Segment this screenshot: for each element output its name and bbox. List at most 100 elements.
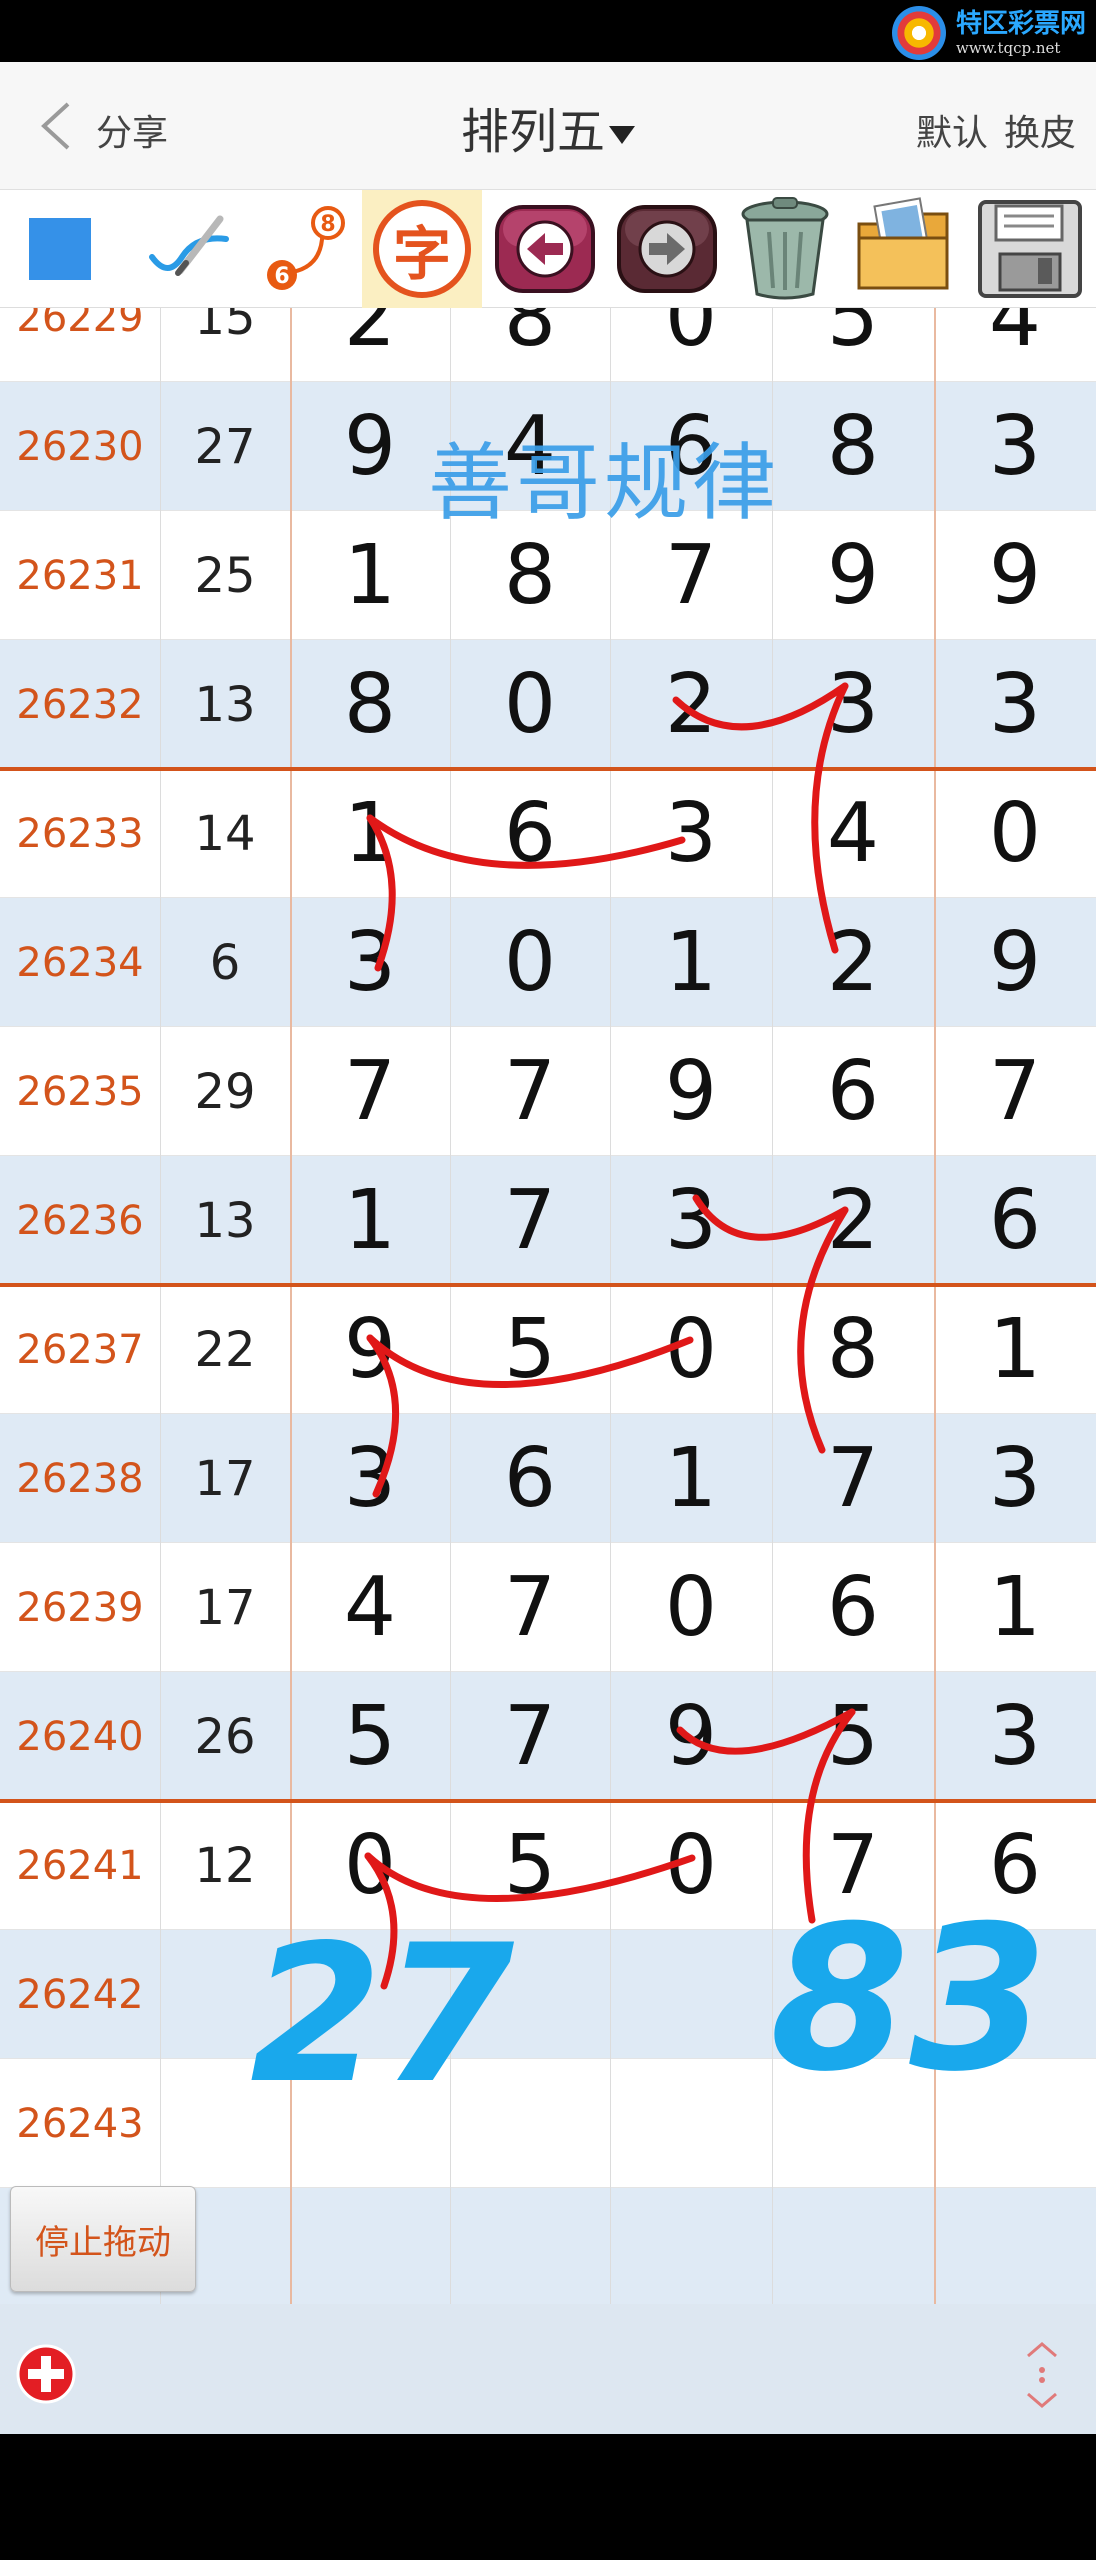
- digit-cell[interactable]: 8: [772, 1285, 934, 1414]
- digit-cell[interactable]: 3: [772, 640, 934, 769]
- pen-icon[interactable]: [128, 190, 248, 308]
- digit-cell[interactable]: 7: [290, 1027, 450, 1156]
- digit-cell[interactable]: 5: [290, 1672, 450, 1801]
- image-icon[interactable]: [844, 190, 962, 308]
- digit-cell[interactable]: 8: [450, 511, 610, 640]
- digit-cell[interactable]: 5: [772, 308, 934, 382]
- digit-cell[interactable]: 6: [934, 1801, 1096, 1930]
- digit-cell[interactable]: [450, 2059, 610, 2188]
- digit-cell[interactable]: 1: [290, 1156, 450, 1285]
- trash-icon[interactable]: [726, 190, 844, 308]
- digit-cell[interactable]: 3: [934, 1672, 1096, 1801]
- color-square-icon[interactable]: [0, 190, 120, 308]
- digit-cell[interactable]: [450, 2188, 610, 2304]
- digit-cell[interactable]: 7: [450, 1156, 610, 1285]
- digit-cell[interactable]: 5: [450, 1285, 610, 1414]
- digit-cell[interactable]: 1: [290, 769, 450, 898]
- digit-cell[interactable]: [290, 2059, 450, 2188]
- digit-cell[interactable]: 4: [450, 382, 610, 511]
- add-icon[interactable]: [14, 2342, 78, 2406]
- digit-cell[interactable]: 3: [934, 382, 1096, 511]
- digit-cell[interactable]: 0: [610, 1285, 772, 1414]
- page-title-text: 排列五: [460, 104, 605, 160]
- digit-cell[interactable]: 9: [610, 1027, 772, 1156]
- digit-cell[interactable]: [610, 2188, 772, 2304]
- digit-cell[interactable]: 0: [610, 1543, 772, 1672]
- digit-cell[interactable]: 2: [772, 898, 934, 1027]
- digit-cell[interactable]: 7: [934, 1027, 1096, 1156]
- draw-table[interactable]: 26229 15 2 8 0 5 4 26230 27 9 4 6 8 3 26231 25 1 8 7 9 9 2623…: [0, 308, 1096, 2304]
- change-skin-button[interactable]: 换皮: [1004, 104, 1076, 156]
- digit-cell[interactable]: 0: [450, 640, 610, 769]
- digit-cell[interactable]: 3: [934, 1414, 1096, 1543]
- text-icon[interactable]: 字: [362, 190, 482, 308]
- link-numbers-icon[interactable]: 8 6: [252, 190, 360, 308]
- digit-cell[interactable]: [772, 2188, 934, 2304]
- digit-cell[interactable]: 6: [772, 1027, 934, 1156]
- resize-vertical-icon[interactable]: [1020, 2340, 1064, 2410]
- digit-cell[interactable]: 5: [772, 1672, 934, 1801]
- digit-cell[interactable]: 7: [450, 1672, 610, 1801]
- digit-cell[interactable]: 1: [290, 511, 450, 640]
- sum-value: 13: [194, 676, 256, 733]
- column-divider: [160, 308, 161, 2304]
- digit-cell[interactable]: [610, 2059, 772, 2188]
- digit-cell[interactable]: 6: [610, 382, 772, 511]
- stop-drag-button[interactable]: 停止拖动: [10, 2186, 196, 2292]
- digit-cell[interactable]: 1: [610, 898, 772, 1027]
- digit-cell[interactable]: 0: [450, 898, 610, 1027]
- digit-cell[interactable]: 4: [934, 308, 1096, 382]
- digit-cell[interactable]: 7: [450, 1027, 610, 1156]
- digit-cell[interactable]: 7: [772, 1414, 934, 1543]
- digit-cell[interactable]: 5: [450, 1801, 610, 1930]
- digit-cell[interactable]: 2: [290, 308, 450, 382]
- digit-cell[interactable]: [772, 1930, 934, 2059]
- digit-cell[interactable]: 2: [772, 1156, 934, 1285]
- digit-cell[interactable]: 9: [934, 511, 1096, 640]
- digit-cell[interactable]: 7: [450, 1543, 610, 1672]
- digit-cell[interactable]: 4: [290, 1543, 450, 1672]
- digit-cell[interactable]: 6: [450, 769, 610, 898]
- digit-cell[interactable]: 0: [610, 308, 772, 382]
- digit-cell[interactable]: 9: [290, 382, 450, 511]
- digit-cell[interactable]: 7: [610, 511, 772, 640]
- digit-cell[interactable]: 8: [450, 308, 610, 382]
- digit-cell[interactable]: [934, 2188, 1096, 2304]
- issue-number: 26233: [16, 810, 144, 857]
- digit-cell[interactable]: 8: [772, 382, 934, 511]
- digit-cell[interactable]: 4: [772, 769, 934, 898]
- digit-cell[interactable]: 3: [610, 769, 772, 898]
- digit-cell[interactable]: 9: [610, 1672, 772, 1801]
- digit-cell[interactable]: 7: [772, 1801, 934, 1930]
- digit-cell[interactable]: 6: [450, 1414, 610, 1543]
- redo-icon[interactable]: [608, 190, 726, 308]
- digit-cell[interactable]: 9: [934, 898, 1096, 1027]
- issue-number: 26235: [16, 1068, 144, 1115]
- digit-cell[interactable]: [934, 2059, 1096, 2188]
- digit-cell[interactable]: [772, 2059, 934, 2188]
- digit-cell[interactable]: 3: [290, 898, 450, 1027]
- digit-cell[interactable]: 0: [290, 1801, 450, 1930]
- digit-cell[interactable]: 3: [934, 640, 1096, 769]
- digit-cell[interactable]: [290, 2188, 450, 2304]
- digit-cell[interactable]: 9: [772, 511, 934, 640]
- digit-cell[interactable]: [290, 1930, 450, 2059]
- digit-cell[interactable]: 2: [610, 640, 772, 769]
- save-icon[interactable]: [966, 190, 1094, 308]
- default-button[interactable]: 默认: [916, 104, 988, 156]
- digit-cell[interactable]: 8: [290, 640, 450, 769]
- undo-icon[interactable]: [486, 190, 604, 308]
- digit-cell[interactable]: [610, 1930, 772, 2059]
- digit-cell[interactable]: [450, 1930, 610, 2059]
- digit-cell[interactable]: 9: [290, 1285, 450, 1414]
- digit-cell[interactable]: 3: [290, 1414, 450, 1543]
- digit-cell[interactable]: 1: [610, 1414, 772, 1543]
- digit-cell[interactable]: 3: [610, 1156, 772, 1285]
- digit-cell[interactable]: 6: [934, 1156, 1096, 1285]
- digit-cell[interactable]: [934, 1930, 1096, 2059]
- digit-cell[interactable]: 1: [934, 1285, 1096, 1414]
- digit-cell[interactable]: 0: [934, 769, 1096, 898]
- digit-cell[interactable]: 0: [610, 1801, 772, 1930]
- digit-cell[interactable]: 1: [934, 1543, 1096, 1672]
- digit-cell[interactable]: 6: [772, 1543, 934, 1672]
